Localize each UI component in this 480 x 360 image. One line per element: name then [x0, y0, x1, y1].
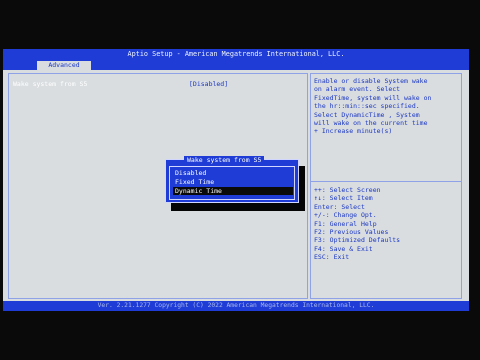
popup-title: Wake system from S5 [184, 156, 265, 164]
option-dynamic-time[interactable]: Dynamic Time [173, 187, 293, 195]
option-fixed-time[interactable]: Fixed Time [173, 178, 293, 186]
tab-strip: Advanced [3, 60, 469, 70]
key-escape-exit: ESC: Exit [314, 253, 350, 262]
key-select-screen: ++: Select Screen [314, 186, 381, 194]
setting-value[interactable]: [Disabled] [189, 80, 228, 89]
popup-options-box: Disabled Fixed Time Dynamic Time [169, 166, 295, 200]
option-disabled[interactable]: Disabled [173, 169, 293, 177]
footer-version: Ver. 2.21.1277 Copyright (C) 2022 Americ… [3, 301, 469, 311]
key-general-help: F1: General Help [314, 219, 377, 228]
help-panel: Enable or disable System wake on alarm e… [310, 73, 462, 299]
window-title: Aptio Setup - American Megatrends Intern… [3, 49, 469, 60]
key-save-exit: F4: Save & Exit [314, 244, 373, 253]
option-popup: Disabled Fixed Time Dynamic Time Wake sy… [165, 156, 299, 203]
key-legend: ++: Select Screen ↑↓: Select Item Enter:… [314, 186, 460, 262]
setting-label: Wake system from S5 [13, 80, 88, 88]
help-description: Enable or disable System wake on alarm e… [314, 77, 432, 136]
key-select-item: ↑↓: Select Item [314, 194, 373, 203]
setting-wake-system-s5[interactable]: Wake system from S5 [Disabled] [13, 80, 303, 89]
key-previous-values: F2: Previous Values [314, 227, 389, 236]
tab-advanced[interactable]: Advanced [37, 61, 91, 70]
key-change-option: +/-: Change Opt. [314, 211, 377, 220]
key-optimized-defaults: F3: Optimized Defaults [314, 236, 401, 245]
key-enter-select: Enter: Select [314, 202, 365, 211]
help-divider [311, 181, 461, 182]
